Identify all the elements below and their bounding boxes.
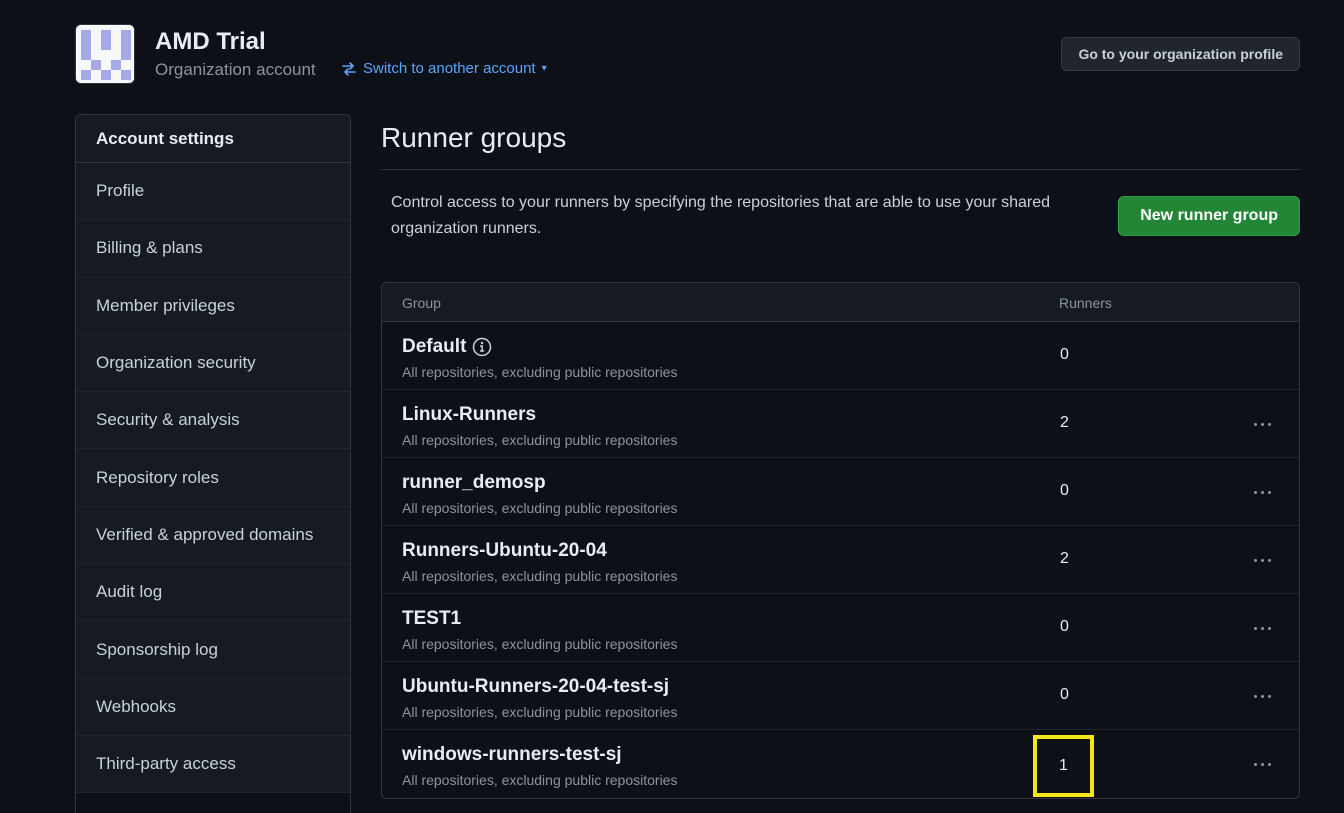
page-title: Runner groups — [381, 114, 1300, 170]
runner-group-name: runner_demosp — [402, 472, 546, 493]
more-options-icon[interactable] — [1249, 480, 1275, 504]
runner-group-access: All repositories, excluding public repos… — [402, 568, 678, 584]
runner-group-access: All repositories, excluding public repos… — [402, 364, 678, 380]
sidebar-item-verified-domains[interactable]: Verified & approved domains — [76, 506, 350, 565]
page-description: Control access to your runners by specif… — [391, 194, 1051, 237]
runner-count: 0 — [1060, 686, 1069, 703]
runner-group-name: Default — [402, 336, 467, 357]
table-row: Ubuntu-Runners-20-04-test-sj All reposit… — [382, 662, 1299, 730]
runner-count: 2 — [1060, 414, 1069, 431]
column-header-group: Group — [402, 295, 441, 311]
sidebar-item-webhooks[interactable]: Webhooks — [76, 678, 350, 736]
sidebar-item-third-party-access[interactable]: Third-party access — [76, 735, 350, 794]
new-runner-group-button[interactable]: New runner group — [1118, 196, 1300, 236]
table-row: Runners-Ubuntu-20-04 All repositories, e… — [382, 526, 1299, 594]
org-header: AMD Trial Organization account Switch to… — [75, 24, 1300, 84]
sidebar-item-sponsorship-log[interactable]: Sponsorship log — [76, 621, 350, 679]
runner-group-name: Ubuntu-Runners-20-04-test-sj — [402, 676, 670, 697]
runner-group-link[interactable]: Runners-Ubuntu-20-04 — [402, 540, 607, 562]
table-row: Default All repositories, excluding publ… — [382, 322, 1299, 390]
sidebar-item-repository-roles[interactable]: Repository roles — [76, 449, 350, 507]
runner-group-link[interactable]: Linux-Runners — [402, 404, 536, 426]
more-options-icon[interactable] — [1249, 548, 1275, 572]
table-row: runner_demosp All repositories, excludin… — [382, 458, 1299, 526]
runner-group-access: All repositories, excluding public repos… — [402, 772, 678, 788]
runner-group-link[interactable]: windows-runners-test-sj — [402, 744, 622, 766]
runner-count-highlighted: 1 — [1033, 735, 1094, 797]
switch-account-link[interactable]: Switch to another account ▾ — [341, 60, 547, 77]
runner-group-access: All repositories, excluding public repos… — [402, 500, 678, 516]
caret-down-icon: ▾ — [541, 63, 547, 74]
sidebar-heading: Account settings — [76, 115, 350, 163]
runner-group-name: TEST1 — [402, 608, 462, 629]
runner-group-link[interactable]: Ubuntu-Runners-20-04-test-sj — [402, 676, 669, 698]
switch-account-label: Switch to another account — [363, 60, 536, 77]
more-options-icon[interactable] — [1249, 684, 1275, 708]
description-row: Control access to your runners by specif… — [381, 170, 1300, 282]
org-type-label: Organization account — [155, 60, 316, 79]
table-row: TEST1 All repositories, excluding public… — [382, 594, 1299, 662]
sidebar-item-audit-log[interactable]: Audit log — [76, 564, 350, 622]
runner-groups-table: Group Runners Default All repositories, … — [381, 282, 1300, 799]
more-options-icon[interactable] — [1249, 616, 1275, 640]
sidebar-item-organization-security[interactable]: Organization security — [76, 334, 350, 393]
column-header-runners: Runners — [1059, 295, 1112, 311]
runner-group-link[interactable]: Default — [402, 336, 492, 358]
runner-group-access: All repositories, excluding public repos… — [402, 704, 678, 720]
sidebar-item-member-privileges[interactable]: Member privileges — [76, 277, 350, 335]
sidebar-item-profile[interactable]: Profile — [76, 163, 350, 221]
more-options-icon[interactable] — [1249, 752, 1275, 776]
runner-count: 2 — [1060, 550, 1069, 567]
main-content: Runner groups Control access to your run… — [381, 114, 1300, 799]
runner-group-name: Linux-Runners — [402, 404, 537, 425]
runner-group-link[interactable]: TEST1 — [402, 608, 461, 630]
more-options-icon[interactable] — [1249, 412, 1275, 436]
runner-count: 0 — [1060, 482, 1069, 499]
runner-group-access: All repositories, excluding public repos… — [402, 636, 678, 652]
settings-sidebar: Account settings Profile Billing & plans… — [75, 114, 351, 813]
runner-group-name: Runners-Ubuntu-20-04 — [402, 540, 607, 561]
org-avatar[interactable] — [75, 24, 135, 84]
table-header: Group Runners — [382, 283, 1299, 322]
org-name: AMD Trial — [155, 28, 266, 55]
go-to-org-profile-button[interactable]: Go to your organization profile — [1061, 37, 1300, 71]
runner-group-name: windows-runners-test-sj — [402, 744, 622, 765]
sidebar-item-billing[interactable]: Billing & plans — [76, 220, 350, 278]
arrow-switch-icon — [342, 61, 356, 76]
runner-count: 0 — [1060, 346, 1069, 363]
table-row: Linux-Runners All repositories, excludin… — [382, 390, 1299, 458]
info-icon[interactable] — [472, 337, 492, 357]
org-identicon — [76, 25, 134, 83]
runner-group-access: All repositories, excluding public repos… — [402, 432, 678, 448]
runner-group-link[interactable]: runner_demosp — [402, 472, 546, 494]
sidebar-item-security-analysis[interactable]: Security & analysis — [76, 392, 350, 450]
runner-count: 0 — [1060, 618, 1069, 635]
table-row: windows-runners-test-sj All repositories… — [382, 730, 1299, 798]
